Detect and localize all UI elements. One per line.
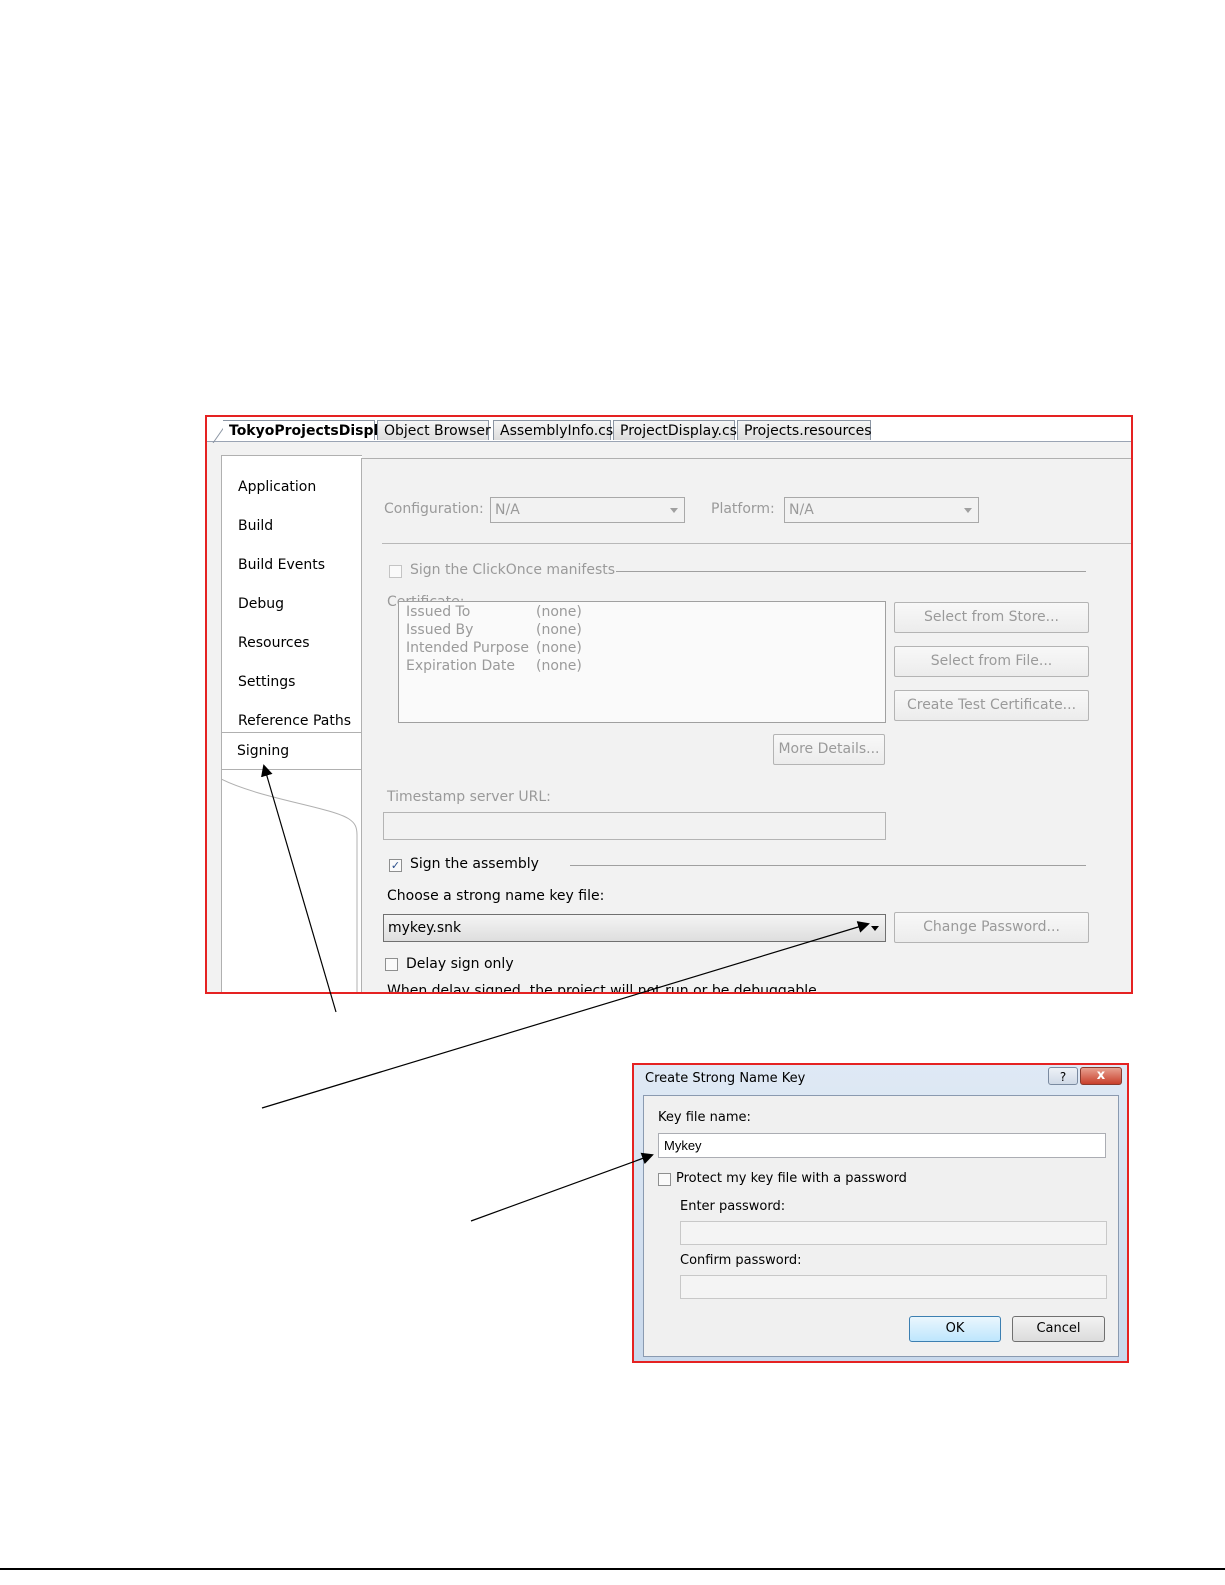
arrow-to-key-file-dropdown [261,921,870,1109]
arrow-to-key-file-name-input [470,1152,654,1222]
annotation-arrows [261,764,870,1222]
page-bottom-rule [0,1568,1225,1570]
arrow-to-signing-tab [261,764,337,1013]
